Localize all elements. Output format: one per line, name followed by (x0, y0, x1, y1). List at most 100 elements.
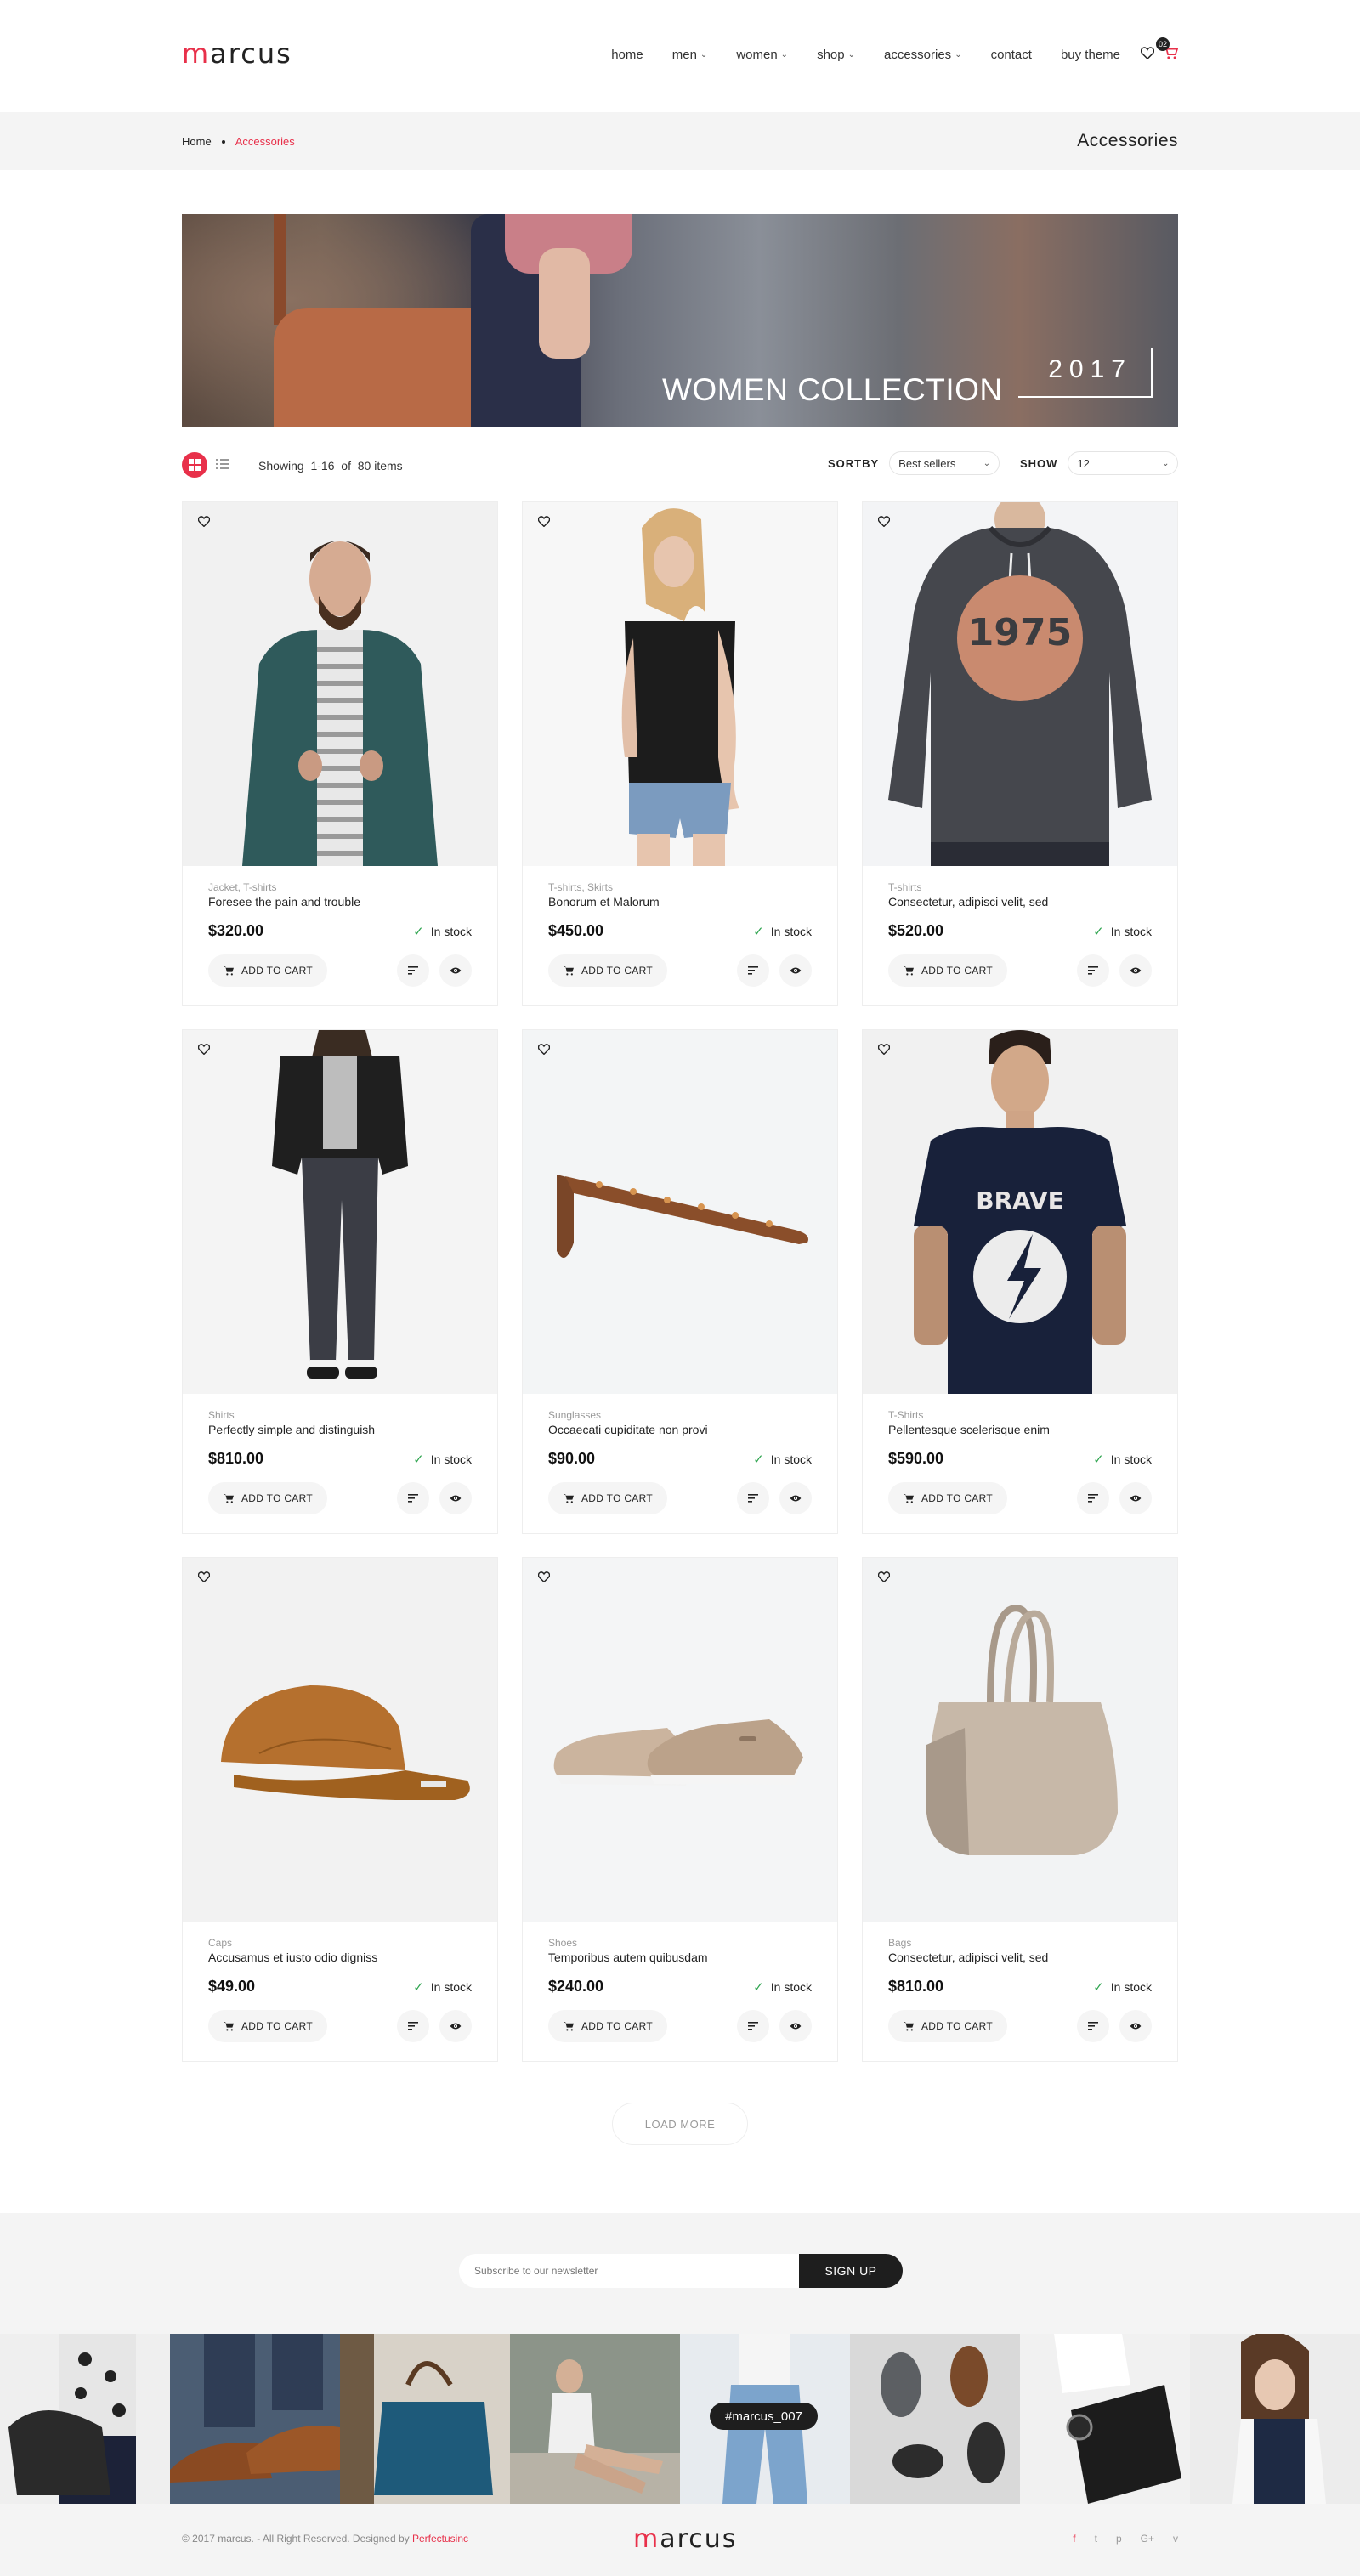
product-image[interactable] (523, 1558, 837, 1922)
instagram-tile[interactable] (1190, 2334, 1360, 2504)
product-category[interactable]: Caps (208, 1937, 232, 1949)
product-name[interactable]: Bonorum et Malorum (548, 895, 660, 909)
product-name[interactable]: Temporibus autem quibusdam (548, 1950, 708, 1964)
list-view-button[interactable] (216, 458, 230, 474)
instagram-hashtag[interactable]: #marcus_007 (710, 2403, 818, 2430)
wishlist-heart-icon[interactable] (537, 516, 551, 531)
instagram-tile[interactable] (1020, 2334, 1190, 2504)
nav-item-men[interactable]: men ⌄ (672, 48, 708, 62)
quick-view-button[interactable] (779, 954, 812, 987)
product-card[interactable]: BRAVE T-Shirts Pellentesque scelerisque … (862, 1029, 1178, 1534)
grid-view-button[interactable] (182, 452, 207, 478)
quick-view-button[interactable] (439, 2010, 472, 2042)
product-category[interactable]: T-Shirts (888, 1409, 923, 1421)
facebook-icon[interactable]: f (1073, 2533, 1075, 2545)
instagram-tile[interactable] (170, 2334, 340, 2504)
wishlist-heart-icon[interactable] (1140, 46, 1155, 64)
instagram-tile[interactable] (850, 2334, 1020, 2504)
compare-button[interactable] (397, 954, 429, 987)
designer-link[interactable]: Perfectusinc (412, 2533, 468, 2545)
compare-button[interactable] (397, 2010, 429, 2042)
wishlist-heart-icon[interactable] (537, 1571, 551, 1587)
collection-banner[interactable]: WOMEN COLLECTION 2017 (182, 214, 1178, 427)
add-to-cart-button[interactable]: ADD TO CART (208, 2010, 327, 2042)
breadcrumb-home[interactable]: Home (182, 135, 212, 148)
compare-button[interactable] (1077, 1482, 1109, 1514)
product-name[interactable]: Foresee the pain and trouble (208, 895, 360, 909)
product-card[interactable]: T-shirts, Skirts Bonorum et Malorum $450… (522, 501, 838, 1006)
product-name[interactable]: Accusamus et iusto odio digniss (208, 1950, 377, 1964)
add-to-cart-button[interactable]: ADD TO CART (888, 954, 1007, 987)
product-category[interactable]: Shirts (208, 1409, 235, 1421)
compare-button[interactable] (1077, 954, 1109, 987)
add-to-cart-button[interactable]: ADD TO CART (208, 954, 327, 987)
nav-item-women[interactable]: women ⌄ (736, 48, 788, 62)
product-card[interactable]: Jacket, T-shirts Foresee the pain and tr… (182, 501, 498, 1006)
nav-item-buy-theme[interactable]: buy theme (1061, 48, 1120, 62)
wishlist-heart-icon[interactable] (197, 516, 211, 531)
add-to-cart-button[interactable]: ADD TO CART (548, 1482, 667, 1514)
product-name[interactable]: Pellentesque scelerisque enim (888, 1423, 1050, 1436)
product-category[interactable]: Sunglasses (548, 1409, 601, 1421)
product-image[interactable]: 1975 (863, 502, 1177, 866)
add-to-cart-button[interactable]: ADD TO CART (888, 2010, 1007, 2042)
google-plus-icon[interactable]: G+ (1141, 2533, 1154, 2545)
quick-view-button[interactable] (439, 954, 472, 987)
nav-item-contact[interactable]: contact (991, 48, 1032, 62)
product-image[interactable] (183, 502, 497, 866)
product-image[interactable] (523, 1030, 837, 1394)
load-more-button[interactable]: LOAD MORE (612, 2103, 748, 2145)
product-category[interactable]: T-shirts, Skirts (548, 881, 613, 893)
product-card[interactable]: 1975 T-shirts Consectetur, adipisci veli… (862, 501, 1178, 1006)
product-category[interactable]: Jacket, T-shirts (208, 881, 276, 893)
compare-button[interactable] (737, 1482, 769, 1514)
product-name[interactable]: Occaecati cupiditate non provi (548, 1423, 708, 1436)
add-to-cart-button[interactable]: ADD TO CART (888, 1482, 1007, 1514)
quick-view-button[interactable] (439, 1482, 472, 1514)
nav-item-accessories[interactable]: accessories ⌄ (884, 48, 962, 62)
newsletter-email-input[interactable] (459, 2254, 801, 2288)
wishlist-heart-icon[interactable] (537, 1044, 551, 1059)
sign-up-button[interactable]: SIGN UP (799, 2254, 903, 2288)
product-category[interactable]: Bags (888, 1937, 911, 1949)
product-card[interactable]: Caps Accusamus et iusto odio digniss $49… (182, 1557, 498, 2062)
add-to-cart-button[interactable]: ADD TO CART (548, 2010, 667, 2042)
quick-view-button[interactable] (779, 2010, 812, 2042)
product-image[interactable] (523, 502, 837, 866)
product-card[interactable]: Shoes Temporibus autem quibusdam $240.00… (522, 1557, 838, 2062)
compare-button[interactable] (737, 2010, 769, 2042)
product-name[interactable]: Consectetur, adipisci velit, sed (888, 1950, 1048, 1964)
site-logo[interactable]: marcus (182, 37, 292, 70)
quick-view-button[interactable] (1119, 2010, 1152, 2042)
add-to-cart-button[interactable]: ADD TO CART (208, 1482, 327, 1514)
compare-button[interactable] (1077, 2010, 1109, 2042)
product-image[interactable] (183, 1558, 497, 1922)
product-card[interactable]: Sunglasses Occaecati cupiditate non prov… (522, 1029, 838, 1534)
twitter-icon[interactable]: t (1095, 2533, 1097, 2545)
compare-button[interactable] (397, 1482, 429, 1514)
wishlist-heart-icon[interactable] (197, 1571, 211, 1587)
wishlist-heart-icon[interactable] (877, 1044, 891, 1059)
sortby-select[interactable]: Best sellers ⌄ (889, 451, 1000, 475)
add-to-cart-button[interactable]: ADD TO CART (548, 954, 667, 987)
pinterest-icon[interactable]: p (1116, 2533, 1122, 2545)
instagram-tile[interactable] (0, 2334, 170, 2504)
product-card[interactable]: Bags Consectetur, adipisci velit, sed $8… (862, 1557, 1178, 2062)
quick-view-button[interactable] (1119, 954, 1152, 987)
wishlist-heart-icon[interactable] (197, 1044, 211, 1059)
footer-logo[interactable]: marcus (633, 2524, 737, 2554)
show-select[interactable]: 12 ⌄ (1068, 451, 1179, 475)
product-card[interactable]: Shirts Perfectly simple and distinguish … (182, 1029, 498, 1534)
product-image[interactable] (863, 1558, 1177, 1922)
product-category[interactable]: T-shirts (888, 881, 921, 893)
vimeo-icon[interactable]: v (1173, 2533, 1178, 2545)
quick-view-button[interactable] (779, 1482, 812, 1514)
nav-item-shop[interactable]: shop ⌄ (817, 48, 855, 62)
product-image[interactable]: BRAVE (863, 1030, 1177, 1394)
instagram-tile[interactable] (510, 2334, 680, 2504)
wishlist-heart-icon[interactable] (877, 1571, 891, 1587)
instagram-tile[interactable] (340, 2334, 510, 2504)
nav-item-home[interactable]: home (611, 48, 643, 62)
product-image[interactable] (183, 1030, 497, 1394)
wishlist-heart-icon[interactable] (877, 516, 891, 531)
